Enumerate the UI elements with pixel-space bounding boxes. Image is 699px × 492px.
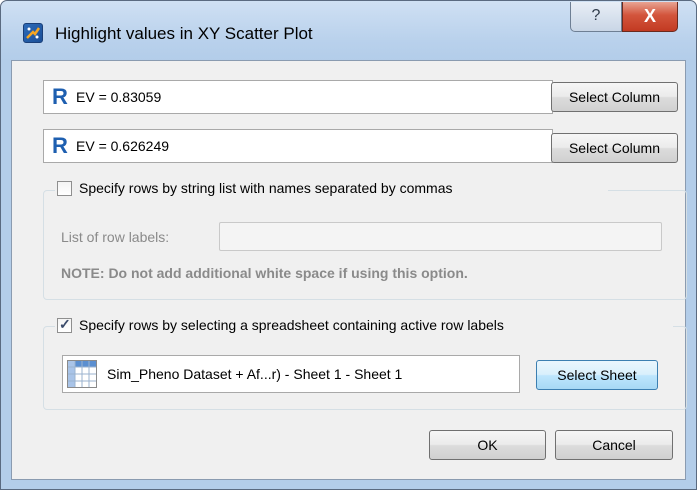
cancel-button[interactable]: Cancel xyxy=(555,430,673,460)
select-column-button-1[interactable]: Select Column xyxy=(551,82,678,112)
expression-field-2[interactable]: R EV = 0.626249 xyxy=(43,129,553,163)
sheet-option-label: Specify rows by selecting a spreadsheet … xyxy=(79,317,504,333)
ok-button[interactable]: OK xyxy=(429,430,546,460)
spreadsheet-icon xyxy=(67,360,97,388)
r-expression-icon: R xyxy=(52,84,68,109)
expression-text-2: EV = 0.626249 xyxy=(76,138,170,154)
app-icon xyxy=(23,23,43,43)
string-list-checkbox[interactable] xyxy=(57,181,72,196)
select-column-button-2[interactable]: Select Column xyxy=(551,133,678,163)
sheet-option[interactable]: ✓ Specify rows by selecting a spreadshee… xyxy=(55,316,673,336)
help-button[interactable]: ? xyxy=(570,2,622,32)
close-button[interactable]: X xyxy=(622,2,678,32)
help-icon: ? xyxy=(591,7,601,24)
select-sheet-button[interactable]: Select Sheet xyxy=(536,360,658,390)
expression-field-1[interactable]: R EV = 0.83059 xyxy=(43,80,553,114)
row-labels-field-label: List of row labels: xyxy=(61,229,170,245)
row-labels-input[interactable] xyxy=(219,222,662,251)
title-bar[interactable]: Highlight values in XY Scatter Plot ? X xyxy=(1,1,698,61)
r-expression-icon: R xyxy=(52,133,68,158)
close-icon: X xyxy=(643,6,656,26)
white-space-note: NOTE: Do not add additional white space … xyxy=(61,265,468,281)
sheet-checkbox[interactable]: ✓ xyxy=(57,316,72,333)
checkmark-icon: ✓ xyxy=(59,316,71,332)
sheet-field[interactable]: Sim_Pheno Dataset + Af...r) - Sheet 1 - … xyxy=(62,355,520,393)
window-title: Highlight values in XY Scatter Plot xyxy=(55,24,313,43)
string-list-option[interactable]: Specify rows by string list with names s… xyxy=(55,179,608,199)
sheet-name: Sim_Pheno Dataset + Af...r) - Sheet 1 - … xyxy=(107,366,403,382)
string-list-label: Specify rows by string list with names s… xyxy=(79,180,453,196)
expression-text-1: EV = 0.83059 xyxy=(76,89,162,105)
